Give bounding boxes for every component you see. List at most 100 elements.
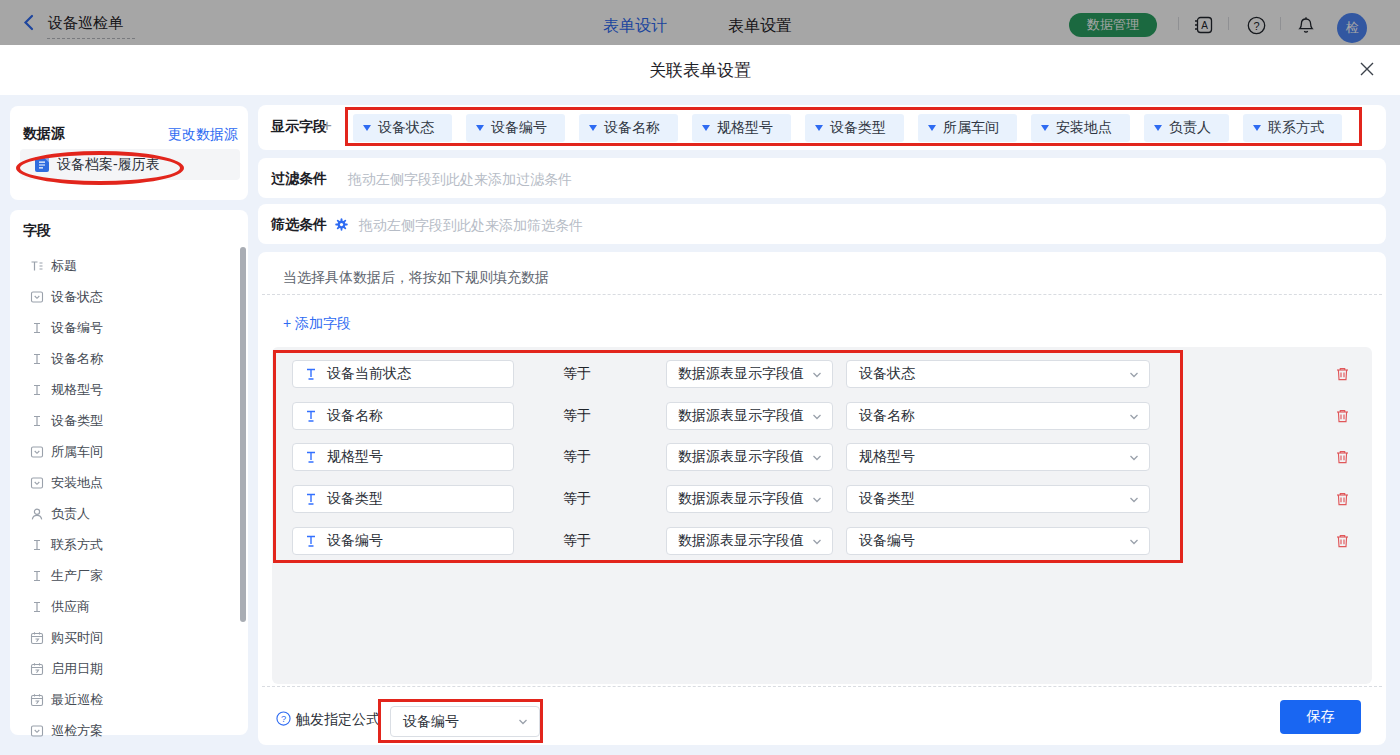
title-field-icon	[30, 259, 44, 273]
field-list-item[interactable]: 负责人	[10, 498, 248, 529]
tag-label: 设备名称	[604, 119, 660, 137]
rule-target-field[interactable]: 设备名称	[292, 402, 514, 430]
page-root: 设备巡检单 表单设计 表单设置 数据管理 A ? 检 关联表单设置 数据源 更改…	[0, 0, 1400, 755]
dropdown-triangle-icon	[928, 125, 936, 131]
close-icon[interactable]	[1358, 60, 1376, 78]
rule-target-field[interactable]: 设备编号	[292, 527, 514, 555]
add-display-field-icon[interactable]: +	[322, 116, 332, 136]
trash-icon[interactable]	[1335, 449, 1350, 465]
fill-rules-card: 当选择具体数据后，将按如下规则填充数据 + 添加字段 设备当前状态 等于 数据源…	[258, 252, 1386, 745]
add-field-link[interactable]: + 添加字段	[283, 315, 351, 333]
dashed-divider	[262, 294, 1382, 295]
tag-label: 设备编号	[491, 119, 547, 137]
dropdown-triangle-icon	[1154, 125, 1162, 131]
field-label: 巡检方案	[51, 722, 103, 740]
display-field-tag[interactable]: 联系方式	[1243, 114, 1342, 142]
datasource-item[interactable]: 设备档案-履历表	[20, 149, 240, 180]
display-field-tag[interactable]: 设备编号	[466, 114, 565, 142]
rule-operator: 等于	[563, 532, 591, 550]
field-label: 购买时间	[51, 629, 103, 647]
field-label: 设备编号	[51, 319, 103, 337]
filter-label: 过滤条件	[271, 170, 327, 188]
display-field-tag[interactable]: 设备类型	[805, 114, 904, 142]
field-list-item[interactable]: 巡检方案	[10, 715, 248, 746]
field-label: 安装地点	[51, 474, 103, 492]
rule-source-select[interactable]: 数据源表显示字段值	[666, 360, 833, 388]
topbar-dim-overlay	[0, 0, 1400, 45]
rule-source-select[interactable]: 数据源表显示字段值	[666, 485, 833, 513]
modal-title: 关联表单设置	[0, 59, 1400, 82]
trigger-field-select[interactable]: 设备编号	[390, 706, 540, 737]
display-field-tag[interactable]: 设备状态	[353, 114, 452, 142]
field-list-item[interactable]: 所属车间	[10, 436, 248, 467]
tag-label: 设备状态	[378, 119, 434, 137]
field-list-item[interactable]: 购买时间	[10, 622, 248, 653]
rule-target-field[interactable]: 设备当前状态	[292, 360, 514, 388]
trigger-formula-label: 触发指定公式	[296, 711, 380, 729]
select-field-icon	[30, 290, 44, 304]
display-field-tag[interactable]: 负责人	[1144, 114, 1229, 142]
trash-icon[interactable]	[1335, 533, 1350, 549]
field-list-item[interactable]: 设备类型	[10, 405, 248, 436]
rule-operator: 等于	[563, 448, 591, 466]
rule-source-select[interactable]: 数据源表显示字段值	[666, 402, 833, 430]
trash-icon[interactable]	[1335, 408, 1350, 424]
field-list-item[interactable]: 设备名称	[10, 343, 248, 374]
field-label: 生产厂家	[51, 567, 103, 585]
field-list-item[interactable]: 安装地点	[10, 467, 248, 498]
display-field-tag[interactable]: 安装地点	[1031, 114, 1130, 142]
rule-value-select[interactable]: 设备名称	[846, 402, 1150, 430]
rule-operator: 等于	[563, 407, 591, 425]
fields-scrollbar[interactable]	[240, 247, 246, 622]
display-field-tag[interactable]: 规格型号	[692, 114, 791, 142]
rule-value-select[interactable]: 设备类型	[846, 485, 1150, 513]
rule-target-field[interactable]: 设备类型	[292, 485, 514, 513]
rule-value-select[interactable]: 设备编号	[846, 527, 1150, 555]
trash-icon[interactable]	[1335, 366, 1350, 382]
filter-placeholder: 拖动左侧字段到此处来添加过滤条件	[348, 171, 572, 189]
display-field-tag[interactable]: 设备名称	[579, 114, 678, 142]
field-list-item[interactable]: 设备编号	[10, 312, 248, 343]
rule-target-field[interactable]: 规格型号	[292, 443, 514, 471]
rules-panel: 设备当前状态 等于 数据源表显示字段值 设备状态 设备名称 等于 数据源表显示字…	[272, 347, 1372, 684]
modal-header: 关联表单设置	[0, 45, 1400, 95]
display-field-tag[interactable]: 所属车间	[918, 114, 1017, 142]
date-field-icon	[30, 693, 44, 707]
chevron-down-icon	[811, 452, 823, 464]
field-label: 标题	[51, 257, 77, 275]
filter-row: 过滤条件 拖动左侧字段到此处来添加过滤条件	[258, 158, 1386, 198]
field-list-item[interactable]: 最近巡检	[10, 684, 248, 715]
rule-value-select[interactable]: 规格型号	[846, 443, 1150, 471]
rule-source-select[interactable]: 数据源表显示字段值	[666, 443, 833, 471]
date-field-icon	[30, 662, 44, 676]
field-list-item[interactable]: 联系方式	[10, 529, 248, 560]
field-list-item[interactable]: 启用日期	[10, 653, 248, 684]
text-field-icon	[30, 538, 44, 552]
field-label: 设备状态	[51, 288, 103, 306]
field-label: 最近巡检	[51, 691, 103, 709]
save-button[interactable]: 保存	[1280, 700, 1361, 734]
field-list-item[interactable]: 设备状态	[10, 281, 248, 312]
field-list-item[interactable]: 供应商	[10, 591, 248, 622]
rule-row: 设备名称 等于 数据源表显示字段值 设备名称	[272, 402, 1372, 430]
user-field-icon	[30, 507, 44, 521]
change-datasource-link[interactable]: 更改数据源	[168, 126, 238, 144]
question-icon[interactable]: ?	[276, 711, 291, 726]
field-list-item[interactable]: 规格型号	[10, 374, 248, 405]
fill-rules-hint: 当选择具体数据后，将按如下规则填充数据	[283, 269, 549, 287]
field-label: 设备名称	[51, 350, 103, 368]
field-label: 启用日期	[51, 660, 103, 678]
field-list-item[interactable]: 生产厂家	[10, 560, 248, 591]
gear-icon[interactable]	[335, 218, 348, 231]
rule-row: 设备当前状态 等于 数据源表显示字段值 设备状态	[272, 360, 1372, 388]
text-field-icon	[30, 383, 44, 397]
rule-value-select[interactable]: 设备状态	[846, 360, 1150, 388]
trash-icon[interactable]	[1335, 491, 1350, 507]
screen-condition-label: 筛选条件	[271, 216, 327, 234]
chevron-down-icon	[1128, 494, 1140, 506]
field-label: 设备类型	[51, 412, 103, 430]
rule-row: 设备类型 等于 数据源表显示字段值 设备类型	[272, 485, 1372, 513]
field-list-item[interactable]: 标题	[10, 250, 248, 281]
select-field-icon	[30, 445, 44, 459]
rule-source-select[interactable]: 数据源表显示字段值	[666, 527, 833, 555]
